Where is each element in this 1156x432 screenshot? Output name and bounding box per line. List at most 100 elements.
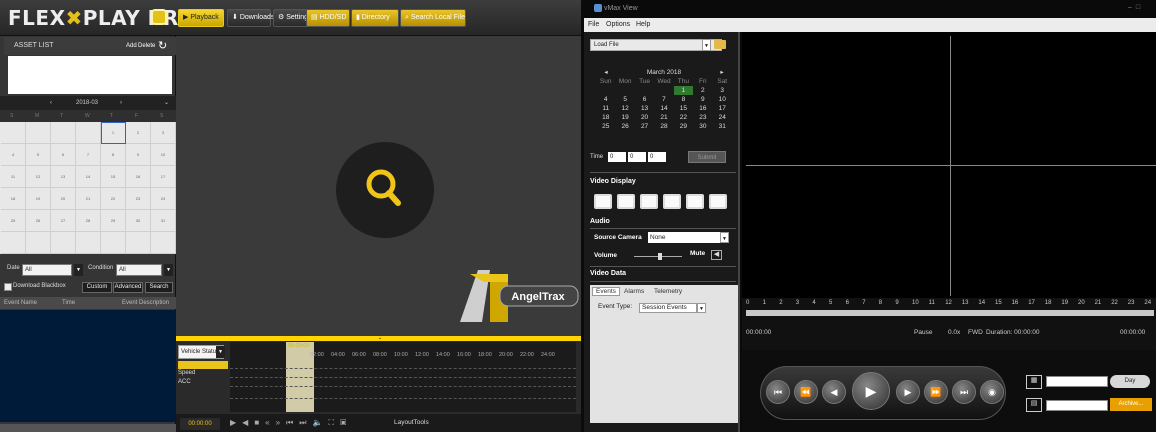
next-frame-icon[interactable]: ⏭ [299, 418, 312, 427]
calendar-day[interactable]: 6 [635, 95, 654, 104]
calendar-day[interactable]: 25 [1, 210, 26, 232]
calendar-day[interactable]: 28 [654, 122, 673, 131]
minimize-icon[interactable]: – [1128, 4, 1136, 11]
download-blackbox-checkbox[interactable] [4, 283, 12, 291]
calendar-day[interactable]: 10 [151, 144, 176, 166]
step-forward-icon[interactable]: ▶ [896, 380, 920, 404]
calendar-day[interactable] [635, 86, 654, 95]
calendar-day[interactable] [1, 122, 26, 144]
calendar-day[interactable] [1, 232, 26, 254]
calendar-day[interactable]: 29 [674, 122, 693, 131]
settings-button[interactable]: ⚙ Settings [273, 9, 312, 27]
calendar-day[interactable]: 2 [693, 86, 712, 95]
calendar-day[interactable]: 20 [635, 113, 654, 122]
submit-button[interactable]: Submit [688, 151, 726, 163]
calendar-day[interactable]: 24 [151, 188, 176, 210]
calendar-day[interactable]: 15 [674, 104, 693, 113]
calendar-day[interactable] [101, 232, 126, 254]
collapse-chevron-icon[interactable]: ⌄ [375, 336, 385, 341]
menu-file[interactable]: File [588, 18, 599, 32]
calendar-day[interactable]: 31 [713, 122, 732, 131]
asset-list[interactable] [8, 56, 172, 94]
tab-telemetry[interactable]: Telemetry [654, 288, 682, 295]
play-icon[interactable]: ▶ [852, 372, 890, 410]
step-back-icon[interactable]: ◀ [822, 380, 846, 404]
layout-8-icon[interactable] [663, 194, 681, 209]
calendar-day[interactable]: 14 [76, 166, 101, 188]
add-asset-button[interactable]: Add [126, 40, 138, 52]
calendar-day[interactable]: 13 [635, 104, 654, 113]
archive-path-input[interactable] [1046, 400, 1108, 411]
volume-icon[interactable]: 🔈 [312, 418, 328, 427]
calendar-day[interactable]: 17 [713, 104, 732, 113]
layout-1-icon[interactable] [594, 194, 612, 209]
calendar-day[interactable]: 1 [673, 86, 694, 95]
hour-input[interactable]: 0 [608, 152, 626, 162]
calendar-day[interactable]: 26 [615, 122, 634, 131]
fast-forward-icon[interactable]: ⏩ [924, 380, 948, 404]
custom-button[interactable]: Custom [82, 282, 112, 293]
tab-alarms[interactable]: Alarms [624, 288, 644, 295]
calendar-day[interactable]: 19 [26, 188, 51, 210]
layout-4-icon[interactable] [617, 194, 635, 209]
calendar-day[interactable]: 1 [101, 122, 126, 144]
minute-input[interactable]: 0 [628, 152, 646, 162]
chevron-down-icon[interactable]: ⌄ [164, 96, 169, 110]
advanced-button[interactable]: Advanced [113, 282, 143, 293]
calendar-day[interactable] [654, 86, 673, 95]
timeline-row-highlight[interactable] [178, 361, 228, 369]
calendar-day[interactable] [51, 232, 76, 254]
calendar-day[interactable]: 15 [101, 166, 126, 188]
col-event-description[interactable]: Event Description [122, 297, 169, 309]
horizontal-scrollbar[interactable] [0, 424, 176, 432]
tab-events[interactable]: Events [592, 287, 620, 296]
calendar-day[interactable]: 16 [126, 166, 151, 188]
calendar-day[interactable] [615, 86, 634, 95]
calendar-day[interactable]: 23 [693, 113, 712, 122]
calendar-day[interactable] [151, 232, 176, 254]
calendar-day[interactable]: 29 [101, 210, 126, 232]
skip-end-icon[interactable]: ⏭ [952, 380, 976, 404]
play-icon[interactable]: ▶ [230, 418, 242, 427]
layout-tools-button[interactable]: LayoutTools [394, 419, 429, 426]
prev-month-icon[interactable]: ◂ [596, 68, 616, 77]
calendar-day[interactable]: 7 [76, 144, 101, 166]
hdd-sd-button[interactable]: ▤ HDD/SD [306, 9, 350, 27]
calendar-day[interactable]: 30 [126, 210, 151, 232]
chevron-down-icon[interactable]: ▼ [74, 264, 83, 276]
calendar-day[interactable]: 11 [596, 104, 615, 113]
calendar-day[interactable]: 14 [654, 104, 673, 113]
menu-help[interactable]: Help [636, 18, 650, 32]
calendar-day[interactable]: 24 [713, 113, 732, 122]
calendar-day[interactable] [126, 232, 151, 254]
chevron-down-icon[interactable]: ▼ [216, 346, 225, 358]
calendar-day[interactable]: 26 [26, 210, 51, 232]
menu-options[interactable]: Options [606, 18, 630, 32]
downloads-button[interactable]: ⬇ Downloads [227, 9, 274, 27]
calendar-day[interactable] [51, 122, 76, 144]
calendar-day[interactable]: 9 [693, 95, 712, 104]
next-month-icon[interactable]: ▸ [712, 68, 732, 77]
calendar-day[interactable]: 4 [596, 95, 615, 104]
calendar-day[interactable]: 8 [674, 95, 693, 104]
fast-forward-icon[interactable]: » [276, 418, 286, 427]
calendar-day[interactable] [26, 232, 51, 254]
calendar-day[interactable]: 10 [713, 95, 732, 104]
day-button[interactable]: Day [1110, 375, 1150, 388]
calendar-day[interactable]: 28 [76, 210, 101, 232]
second-input[interactable]: 0 [648, 152, 666, 162]
calendar-day[interactable]: 31 [151, 210, 176, 232]
step-back-icon[interactable]: ◀ [242, 418, 254, 427]
calendar-day[interactable]: 19 [615, 113, 634, 122]
calendar-day[interactable]: 4 [1, 144, 26, 166]
col-time[interactable]: Time [62, 297, 75, 309]
calendar-day[interactable]: 23 [126, 188, 151, 210]
calendar-day[interactable]: 17 [151, 166, 176, 188]
prev-month-icon[interactable]: ‹ [50, 96, 52, 110]
calendar-day[interactable]: 30 [693, 122, 712, 131]
calendar-day[interactable]: 11 [1, 166, 26, 188]
calendar-day[interactable] [26, 122, 51, 144]
chevron-down-icon[interactable]: ▼ [702, 39, 711, 51]
calendar-day[interactable]: 12 [615, 104, 634, 113]
calendar-day[interactable] [76, 232, 101, 254]
